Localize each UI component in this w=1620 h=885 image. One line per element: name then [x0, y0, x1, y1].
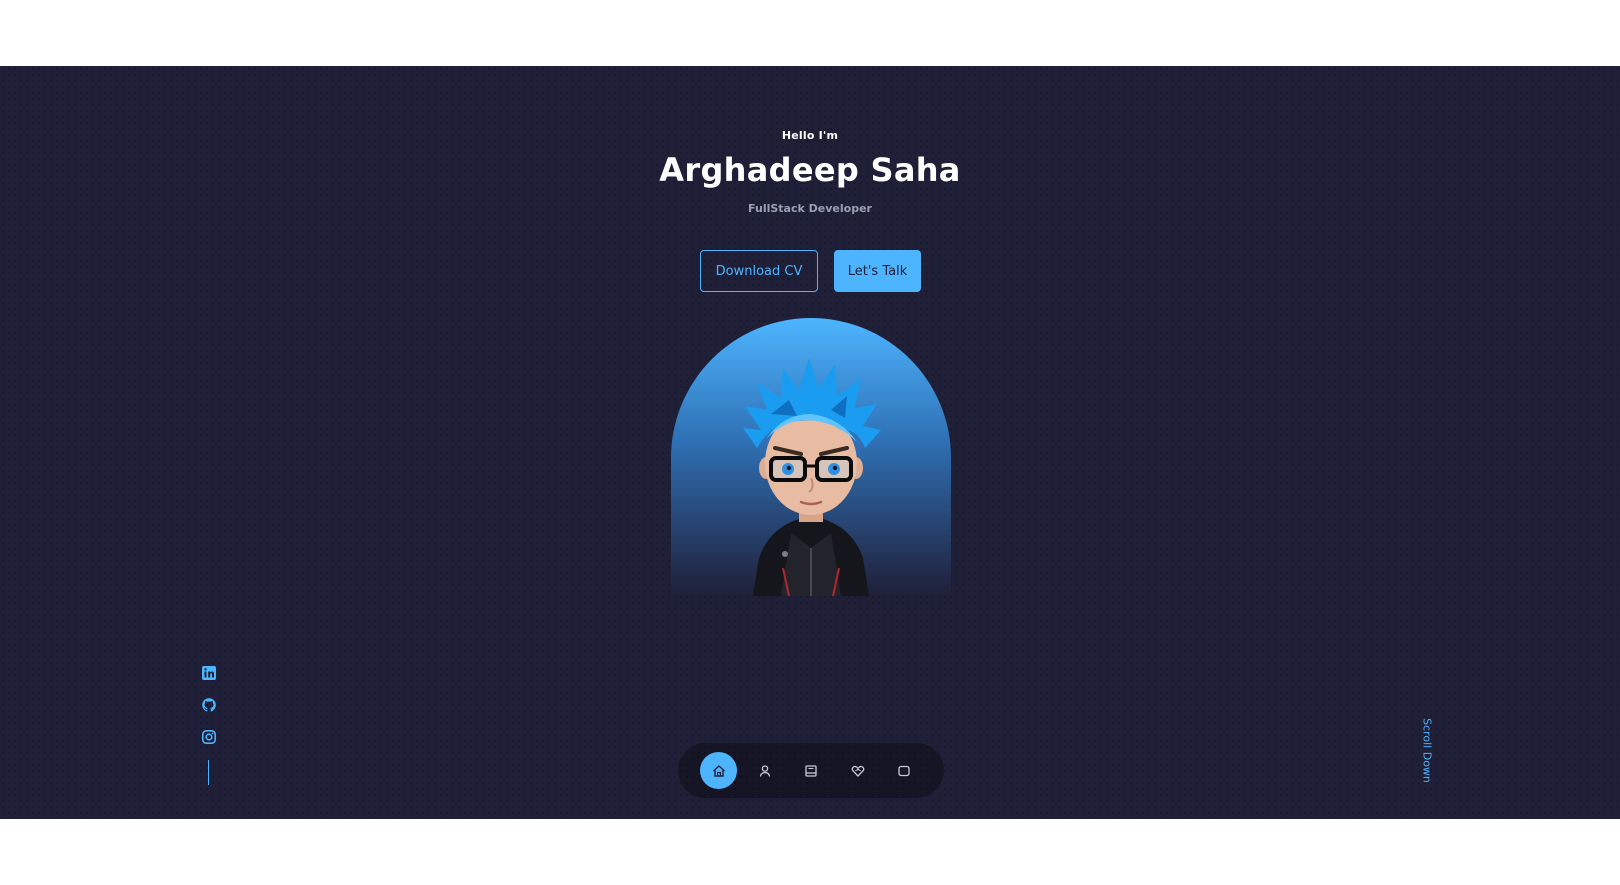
instagram-icon[interactable]	[201, 729, 217, 745]
developer-role: FullStack Developer	[748, 202, 872, 215]
social-divider-line	[208, 760, 209, 785]
lets-talk-button[interactable]: Let's Talk	[834, 250, 921, 292]
developer-name: Arghadeep Saha	[659, 151, 961, 189]
avatar-illustration	[743, 358, 881, 596]
message-icon	[897, 765, 910, 776]
portrait-frame	[671, 318, 951, 596]
download-cv-button[interactable]: Download CV	[700, 250, 818, 292]
scroll-down-link[interactable]: Scroll Down	[1420, 716, 1434, 786]
user-icon	[759, 764, 770, 777]
nav-about[interactable]	[746, 752, 783, 789]
bottom-nav	[678, 743, 944, 798]
github-icon[interactable]	[201, 697, 217, 713]
book-icon	[804, 764, 817, 777]
services-icon	[851, 765, 864, 777]
home-icon	[712, 764, 725, 777]
hero-section: Hello I'm Arghadeep Saha FullStack Devel…	[0, 66, 1620, 819]
scroll-down-label: Scroll Down	[1420, 718, 1434, 783]
nav-contact[interactable]	[885, 752, 922, 789]
nav-services[interactable]	[839, 752, 876, 789]
nav-home[interactable]	[700, 752, 737, 789]
nav-experience[interactable]	[792, 752, 829, 789]
greeting-text: Hello I'm	[781, 129, 839, 142]
social-links	[201, 665, 217, 785]
linkedin-icon[interactable]	[201, 665, 217, 681]
